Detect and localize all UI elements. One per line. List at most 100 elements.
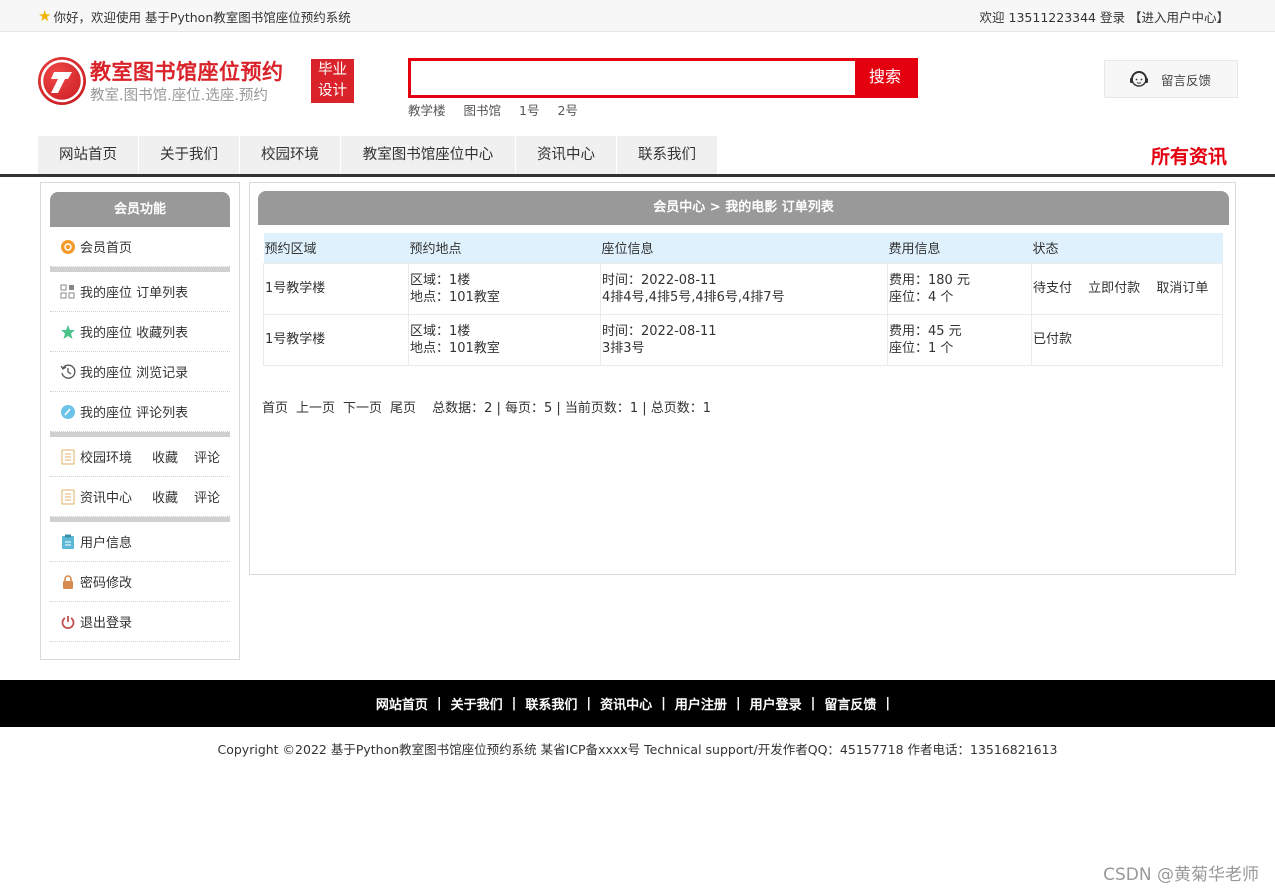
seat-cell: 时间：2022-08-11 4排4号,4排5号,4排6号,4排7号 — [600, 262, 888, 315]
fee-cell: 费用：180 元 座位：4 个 — [887, 262, 1032, 315]
sidebar-item-orders[interactable]: 我的座位 订单列表 — [50, 272, 230, 312]
nav-item-seat-center[interactable]: 教室图书馆座位中心 — [341, 136, 516, 174]
logo-title[interactable]: 教室图书馆座位预约 — [90, 56, 284, 86]
next-page-link[interactable]: 下一页 — [343, 397, 382, 416]
lock-icon — [60, 574, 76, 590]
sidebar-campus-fav-link[interactable]: 收藏 — [152, 447, 178, 466]
nav-item-about[interactable]: 关于我们 — [139, 136, 240, 174]
seat-time: 时间：2022-08-11 — [602, 323, 717, 339]
copyright-text: Copyright ©2022 基于Python教室图书馆座位预约系统 某省IC… — [217, 742, 1058, 757]
cancel-order-link[interactable]: 取消订单 — [1156, 281, 1208, 296]
feedback-label: 留言反馈 — [1161, 72, 1212, 88]
hotword-link[interactable]: 2号 — [557, 100, 577, 119]
last-page-link[interactable]: 尾页 — [390, 397, 416, 416]
badge-line1: 毕业 — [318, 62, 347, 78]
user-greeting: 欢迎 13511223344 登录 — [979, 10, 1125, 25]
column-header: 预约地点 — [408, 233, 601, 263]
sidebar-campus-comment-link[interactable]: 评论 — [194, 447, 220, 466]
location-floor: 区域：1楼 — [410, 323, 471, 339]
home-icon — [60, 239, 76, 255]
sidebar-label: 用户信息 — [80, 536, 133, 551]
nav-item-news[interactable]: 资讯中心 — [516, 136, 617, 174]
sidebar-item-home[interactable]: 会员首页 — [50, 227, 230, 267]
document-icon — [60, 489, 76, 505]
location-room: 地点：101教室 — [410, 289, 500, 305]
hotword-link[interactable]: 教学楼 — [408, 100, 446, 119]
hotword-link[interactable]: 图书馆 — [464, 100, 502, 119]
status-cell: 待支付 立即付款 取消订单 — [1031, 262, 1223, 315]
sidebar-item-comments[interactable]: 我的座位 评论列表 — [50, 392, 230, 432]
footer-link-home[interactable]: 网站首页 — [376, 694, 428, 713]
sidebar-label: 密码修改 — [80, 576, 133, 591]
hotword-link[interactable]: 1号 — [519, 100, 539, 119]
sidebar-item-password[interactable]: 密码修改 — [50, 562, 230, 602]
table-row: 1号教学楼 区域：1楼 地点：101教室 时间：2022-08-11 3排3号 … — [263, 313, 1223, 366]
sidebar-item-user-info[interactable]: 用户信息 — [50, 522, 230, 562]
search-box: 搜索 — [408, 58, 918, 98]
area-cell: 1号教学楼 — [263, 262, 409, 315]
sidebar-label: 退出登录 — [80, 616, 133, 631]
pay-now-link[interactable]: 立即付款 — [1088, 281, 1140, 296]
user-center-link[interactable]: 【进入用户中心】 — [1129, 7, 1229, 26]
table-header-row: 预约区域 预约地点 座位信息 费用信息 状态 — [263, 233, 1223, 263]
area-cell: 1号教学楼 — [263, 313, 409, 366]
history-icon — [60, 364, 76, 380]
seat-count: 座位：1 个 — [889, 340, 954, 356]
header: 教室图书馆座位预约 教室.图书馆.座位.选座.预约 毕业 设计 搜索 教学楼 图… — [0, 32, 1275, 134]
fee-amount: 费用：45 元 — [889, 323, 962, 339]
prev-page-link[interactable]: 上一页 — [296, 397, 335, 416]
footer-link-register[interactable]: 用户注册 — [675, 694, 727, 713]
sidebar-news-fav-link[interactable]: 收藏 — [152, 487, 178, 506]
first-page-link[interactable]: 首页 — [262, 397, 288, 416]
location-room: 地点：101教室 — [410, 340, 500, 356]
comment-icon — [60, 404, 76, 420]
star-icon — [60, 324, 76, 340]
nav-item-home[interactable]: 网站首页 — [38, 136, 139, 174]
search-input[interactable] — [411, 61, 855, 95]
logo-icon[interactable] — [38, 57, 86, 105]
seat-count: 座位：4 个 — [889, 289, 954, 305]
clipboard-icon — [60, 534, 76, 550]
sidebar-label: 我的座位 评论列表 — [80, 406, 189, 421]
footer-link-about[interactable]: 关于我们 — [451, 694, 503, 713]
footer-link-contact[interactable]: 联系我们 — [525, 694, 577, 713]
footer-link-news[interactable]: 资讯中心 — [600, 694, 652, 713]
seat-time: 时间：2022-08-11 — [602, 272, 717, 288]
column-header: 状态 — [1031, 233, 1223, 263]
top-bar: ★ 你好，欢迎使用 基于Python教室图书馆座位预约系统 欢迎 1351122… — [0, 0, 1275, 32]
location-floor: 区域：1楼 — [410, 272, 471, 288]
footer-links: 网站首页 | 关于我们 | 联系我们 | 资讯中心 | 用户注册 | 用户登录 | 留言反馈… — [0, 680, 1275, 727]
location-cell: 区域：1楼 地点：101教室 — [408, 313, 601, 366]
sidebar-item-favorites[interactable]: 我的座位 收藏列表 — [50, 312, 230, 352]
user-links: 欢迎 13511223344 登录 【进入用户中心】 — [980, 7, 1229, 26]
star-icon: ★ — [38, 7, 52, 25]
nav-item-campus[interactable]: 校园环境 — [240, 136, 341, 174]
hot-keywords: 教学楼 图书馆 1号 2号 — [408, 100, 578, 119]
sidebar-item-news: 资讯中心 收藏 评论 — [50, 477, 230, 517]
all-news-link[interactable]: 所有资讯 — [1151, 142, 1227, 169]
seat-list: 3排3号 — [602, 340, 645, 356]
column-header: 座位信息 — [600, 233, 888, 263]
status-cell: 已付款 — [1031, 313, 1223, 366]
sidebar-label: 我的座位 收藏列表 — [80, 326, 189, 341]
order-table: 预约区域 预约地点 座位信息 费用信息 状态 1号教学楼 区域：1楼 地点：10… — [263, 233, 1223, 366]
status-text: 已付款 — [1033, 332, 1073, 347]
status-text: 待支付 — [1033, 281, 1073, 296]
pagination-stats: 总数据：2 | 每页：5 | 当前页数：1 | 总页数：1 — [432, 401, 712, 416]
fee-amount: 费用：180 元 — [889, 272, 970, 288]
sidebar-news-comment-link[interactable]: 评论 — [194, 487, 220, 506]
footer-link-feedback[interactable]: 留言反馈 — [824, 694, 876, 713]
sidebar-news-link[interactable]: 资讯中心 — [80, 487, 132, 506]
breadcrumb: 会员中心 > 我的电影 订单列表 — [258, 191, 1229, 225]
welcome-area: ★ 你好，欢迎使用 基于Python教室图书馆座位预约系统 — [38, 7, 351, 26]
nav-item-contact[interactable]: 联系我们 — [617, 136, 718, 174]
sidebar-item-history[interactable]: 我的座位 浏览记录 — [50, 352, 230, 392]
seat-cell: 时间：2022-08-11 3排3号 — [600, 313, 888, 366]
footer-link-login[interactable]: 用户登录 — [750, 694, 802, 713]
sidebar-campus-link[interactable]: 校园环境 — [80, 447, 132, 466]
headset-icon — [1130, 71, 1148, 87]
search-button[interactable]: 搜索 — [855, 61, 915, 95]
logo-subtitle: 教室.图书馆.座位.选座.预约 — [90, 88, 268, 104]
feedback-button[interactable]: 留言反馈 — [1104, 60, 1238, 98]
sidebar-item-logout[interactable]: 退出登录 — [50, 602, 230, 642]
